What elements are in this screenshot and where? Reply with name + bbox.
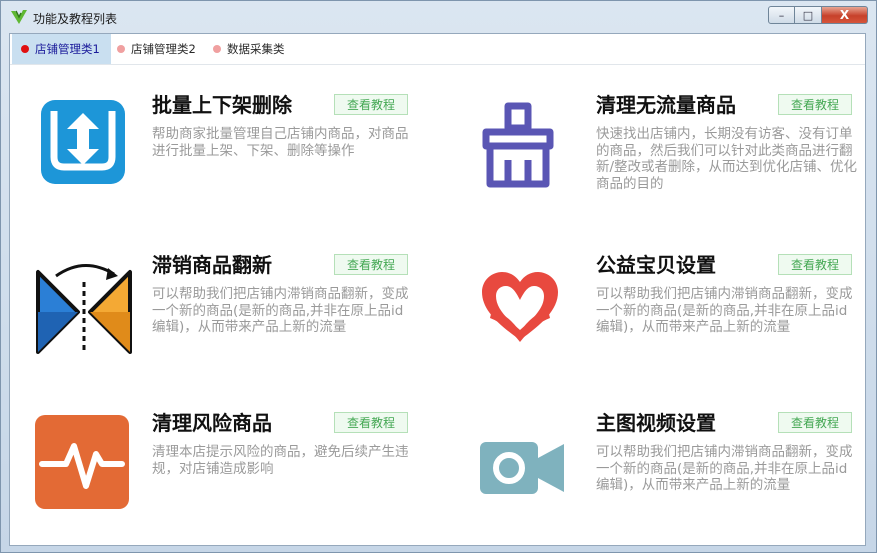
card-description: 帮助商家批量管理自己店铺内商品，对商品进行批量上架、下架、删除等操作 <box>152 126 409 159</box>
feature-card-bulk-listing: 批量上下架删除 查看教程 帮助商家批量管理自己店铺内商品，对商品进行批量上架、下… <box>34 92 434 232</box>
tab-shop-management-1[interactable]: 店铺管理类1 <box>12 34 111 64</box>
tab-dot-icon <box>21 45 29 53</box>
feature-card-refresh-slow-items: 滞销商品翻新 查看教程 可以帮助我们把店铺内滞销商品翻新，变成一个新的商品(是新… <box>34 252 434 392</box>
view-tutorial-button[interactable]: 查看教程 <box>778 254 852 275</box>
maximize-button[interactable]: □ <box>795 6 822 24</box>
tab-dot-icon <box>213 45 221 53</box>
card-title: 清理风险商品 <box>152 411 272 435</box>
flip-refresh-icon <box>36 264 132 354</box>
tab-label: 数据采集类 <box>227 42 285 56</box>
charity-heart-icon <box>482 272 558 342</box>
feature-card-charity-item: 公益宝贝设置 查看教程 可以帮助我们把店铺内滞销商品翻新，变成一个新的商品(是新… <box>478 252 877 392</box>
feature-card-clean-risk-items: 清理风险商品 查看教程 清理本店提示风险的商品，避免后续产生违规，对店铺造成影响 <box>34 410 434 550</box>
view-tutorial-button[interactable]: 查看教程 <box>334 412 408 433</box>
tab-shop-management-2[interactable]: 店铺管理类2 <box>111 34 206 64</box>
card-title: 清理无流量商品 <box>596 93 736 117</box>
window-controls: – □ X <box>768 6 868 24</box>
tab-data-collection[interactable]: 数据采集类 <box>206 34 296 64</box>
app-logo-icon <box>11 10 27 24</box>
upload-download-icon <box>41 100 125 184</box>
feature-card-main-image-video: 主图视频设置 查看教程 可以帮助我们把店铺内滞销商品翻新，变成一个新的商品(是新… <box>478 410 877 550</box>
card-description: 可以帮助我们把店铺内滞销商品翻新，变成一个新的商品(是新的商品,并非在原上品id… <box>596 444 853 493</box>
tab-label: 店铺管理类1 <box>35 42 100 56</box>
card-description: 可以帮助我们把店铺内滞销商品翻新，变成一个新的商品(是新的商品,并非在原上品id… <box>596 286 853 335</box>
title-bar[interactable]: 功能及教程列表 – □ X <box>1 1 876 33</box>
risk-pulse-icon <box>35 415 129 509</box>
view-tutorial-button[interactable]: 查看教程 <box>778 412 852 433</box>
video-camera-icon <box>480 442 564 494</box>
view-tutorial-button[interactable]: 查看教程 <box>334 94 408 115</box>
broom-icon <box>482 102 554 188</box>
card-description: 快速找出店铺内，长期没有访客、没有订单的商品，然后我们可以针对此类商品进行翻新/… <box>596 126 858 192</box>
tab-bar: 店铺管理类1 店铺管理类2 数据采集类 <box>10 34 865 65</box>
card-title: 滞销商品翻新 <box>152 253 272 277</box>
minimize-button[interactable]: – <box>768 6 795 24</box>
window-title: 功能及教程列表 <box>33 12 118 26</box>
content-panel: 店铺管理类1 店铺管理类2 数据采集类 批量上下架删除 查看教程 帮助商家批量管… <box>9 33 866 546</box>
tab-dot-icon <box>117 45 125 53</box>
card-title: 公益宝贝设置 <box>596 253 716 277</box>
card-title: 批量上下架删除 <box>152 93 292 117</box>
tab-label: 店铺管理类2 <box>131 42 196 56</box>
card-description: 清理本店提示风险的商品，避免后续产生违规，对店铺造成影响 <box>152 444 409 477</box>
close-button[interactable]: X <box>822 6 868 24</box>
view-tutorial-button[interactable]: 查看教程 <box>334 254 408 275</box>
card-title: 主图视频设置 <box>596 411 716 435</box>
app-window: 功能及教程列表 – □ X 店铺管理类1 店铺管理类2 数据采集类 批量上下架删… <box>0 0 877 553</box>
feature-card-clean-no-traffic: 清理无流量商品 查看教程 快速找出店铺内，长期没有访客、没有订单的商品，然后我们… <box>478 92 877 232</box>
card-description: 可以帮助我们把店铺内滞销商品翻新，变成一个新的商品(是新的商品,并非在原上品id… <box>152 286 409 335</box>
view-tutorial-button[interactable]: 查看教程 <box>778 94 852 115</box>
